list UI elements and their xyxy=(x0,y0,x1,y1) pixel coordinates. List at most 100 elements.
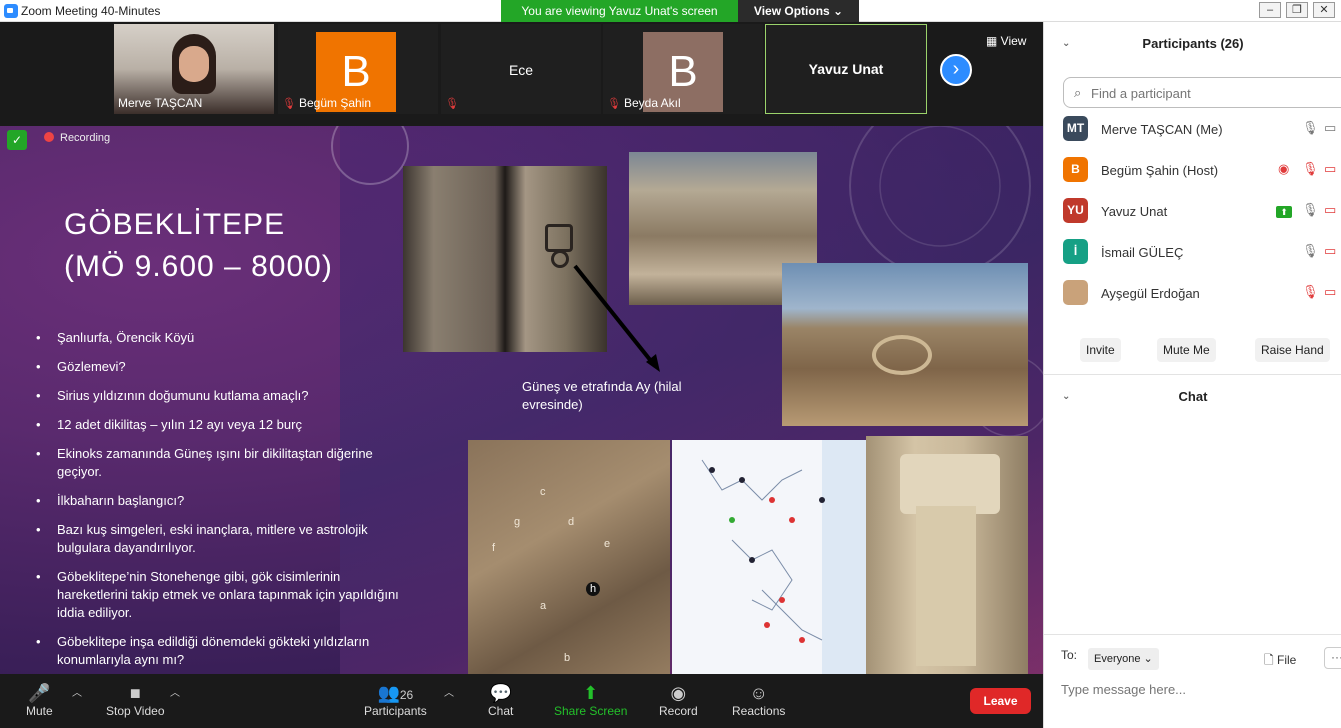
panel-divider xyxy=(1044,634,1341,635)
participants-title: Participants (26) xyxy=(1142,36,1244,51)
participants-button[interactable]: 👥26 Participants xyxy=(364,682,427,718)
mic-off-icon[interactable]: 🎙 xyxy=(1302,161,1319,177)
tile-name: 🎙 Begüm Şahin xyxy=(282,96,371,110)
participant-name: Begüm Şahin (Host) xyxy=(1101,163,1219,178)
participant-row[interactable]: YU Yavuz Unat ⬆ 🎙 ▭ xyxy=(1044,192,1341,233)
mute-button[interactable]: 🎤 Mute xyxy=(26,682,53,718)
participant-search[interactable]: ⌕ xyxy=(1063,77,1341,108)
site-hill-photo xyxy=(782,263,1028,426)
mic-off-icon: 🎙 xyxy=(445,98,459,110)
participant-row[interactable]: B Begüm Şahin (Host) ◉ 🎙 ▭ xyxy=(1044,151,1341,192)
video-tile-beyda[interactable]: B 🎙 Beyda Akıl xyxy=(603,24,763,114)
participant-row[interactable]: İ İsmail GÜLEÇ 🎙 ▭ xyxy=(1044,233,1341,274)
avatar: MT xyxy=(1063,116,1088,141)
panel-divider xyxy=(1044,374,1341,375)
video-tile-begum[interactable]: B 🎙 Begüm Şahin xyxy=(278,24,438,114)
video-off-icon[interactable]: ▭ xyxy=(1324,161,1336,177)
collapse-chevron-icon[interactable]: ⌄ xyxy=(1062,378,1070,416)
participant-row[interactable]: Ayşegül Erdoğan 🎙 ▭ xyxy=(1044,274,1341,315)
chat-title: Chat xyxy=(1178,389,1208,404)
pillar-top xyxy=(900,454,1000,514)
collapse-chevron-icon[interactable]: ⌄ xyxy=(1062,22,1070,66)
mute-me-button[interactable]: Mute Me xyxy=(1157,338,1216,362)
view-label: View xyxy=(1000,34,1027,48)
relief-letter: a xyxy=(540,600,547,612)
video-tile-ece[interactable]: Ece 🎙 xyxy=(441,24,601,114)
file-label: File xyxy=(1276,653,1297,667)
reactions-button[interactable]: ☺ Reactions xyxy=(732,682,785,718)
share-screen-label: Share Screen xyxy=(554,704,628,718)
avatar: YU xyxy=(1063,198,1088,223)
stop-video-label: Stop Video xyxy=(106,704,165,718)
microphone-icon: 🎤 xyxy=(28,683,51,703)
video-tile-merve[interactable]: Merve TAŞCAN xyxy=(114,24,274,114)
view-button[interactable]: ▦ View xyxy=(986,34,1026,48)
video-off-icon[interactable]: ▭ xyxy=(1324,284,1336,300)
relief-letter: h xyxy=(586,582,600,596)
pillar-shaft xyxy=(916,506,976,666)
participants-icon: 👥26 xyxy=(377,683,414,703)
tile-name: 🎙 xyxy=(445,96,462,110)
recording-dot-icon: ◉ xyxy=(1278,161,1290,176)
video-off-icon[interactable]: ▭ xyxy=(1324,243,1336,259)
mute-label: Mute xyxy=(26,704,53,718)
relief-letter: b xyxy=(564,652,571,664)
relief-letter: c xyxy=(540,486,546,498)
mic-off-icon[interactable]: 🎙 xyxy=(1302,284,1319,300)
minimize-icon[interactable]: – xyxy=(1259,2,1281,18)
more-options-icon[interactable]: ··· xyxy=(1324,647,1341,669)
participant-row[interactable]: MT Merve TAŞCAN (Me) 🎙 ▭ xyxy=(1044,110,1341,151)
chat-message-input[interactable] xyxy=(1061,678,1331,700)
chat-header: ⌄ Chat xyxy=(1044,378,1341,416)
participants-options-caret-icon[interactable]: ︿ xyxy=(444,684,454,699)
record-label: Record xyxy=(659,704,698,718)
relief-letter: d xyxy=(568,516,575,528)
participant-name: Yavuz Unat xyxy=(1101,204,1168,219)
stop-video-button[interactable]: ■ Stop Video xyxy=(106,682,165,718)
video-tile-yavuz[interactable]: Yavuz Unat xyxy=(765,24,927,114)
mute-options-caret-icon[interactable]: ︿ xyxy=(72,684,82,699)
reactions-label: Reactions xyxy=(732,704,786,718)
shared-screen: ✓ Recording GÖBEKLİTEPE (MÖ 9.600 – 8000… xyxy=(0,126,1043,674)
slide-caption: Güneş ve etrafında Ay (hilal evresinde) xyxy=(522,379,682,412)
tile-center-name: Ece xyxy=(508,62,534,78)
record-icon: ◉ xyxy=(670,683,687,703)
close-icon[interactable]: ✕ xyxy=(1313,2,1335,18)
avatar: İ xyxy=(1063,239,1088,264)
avatar xyxy=(1063,280,1088,305)
participants-header: ⌄ Participants (26) xyxy=(1044,22,1341,66)
stone-circle xyxy=(872,335,932,375)
microphone-icon[interactable]: 🎙 xyxy=(1302,243,1319,259)
participants-label: Participants xyxy=(364,704,427,718)
microphone-icon[interactable]: 🎙 xyxy=(1302,202,1319,218)
video-options-caret-icon[interactable]: ︿ xyxy=(170,684,180,699)
star-map-image xyxy=(672,440,866,674)
view-options-button[interactable]: View Options ⌄ xyxy=(738,0,859,22)
next-page-arrow-icon[interactable]: › xyxy=(940,54,972,86)
side-panel: ⌄ Participants (26) ⌕ MT Merve TAŞCAN (M… xyxy=(1043,22,1341,728)
mic-off-icon: 🎙 xyxy=(282,98,296,110)
file-button[interactable]: 🗋 File xyxy=(1264,651,1296,672)
meeting-toolbar: 🎤 Mute ︿ ■ Stop Video ︿ 👥26 Participants ︿ … xyxy=(0,674,1043,728)
search-input[interactable] xyxy=(1091,84,1341,102)
mic-off-icon: 🎙 xyxy=(607,98,621,110)
video-off-icon[interactable]: ▭ xyxy=(1324,202,1336,218)
participant-name: Ayşegül Erdoğan xyxy=(1101,286,1200,301)
chat-label: Chat xyxy=(488,704,514,718)
record-button[interactable]: ◉ Record xyxy=(659,682,698,718)
tile-name: Merve TAŞCAN xyxy=(118,96,203,110)
recipient-select[interactable]: Everyone ⌄ xyxy=(1088,648,1159,670)
video-camera-icon[interactable]: ▭ xyxy=(1324,120,1336,136)
participant-face-skin xyxy=(179,46,209,82)
microphone-icon[interactable]: 🎙 xyxy=(1302,120,1319,136)
zoom-logo-icon xyxy=(4,4,18,18)
share-screen-button[interactable]: ⬆ Share Screen xyxy=(554,682,627,718)
raise-hand-button[interactable]: Raise Hand xyxy=(1255,338,1330,362)
file-icon: 🗋 xyxy=(1264,653,1277,667)
viewing-banner: You are viewing Yavuz Unat's screen xyxy=(501,0,738,22)
screen-share-icon: ⬆ xyxy=(1276,206,1292,218)
restore-icon[interactable]: ❐ xyxy=(1286,2,1308,18)
chat-button[interactable]: 💬 Chat xyxy=(488,682,513,718)
invite-button[interactable]: Invite xyxy=(1080,338,1121,362)
leave-button[interactable]: Leave xyxy=(970,688,1031,714)
